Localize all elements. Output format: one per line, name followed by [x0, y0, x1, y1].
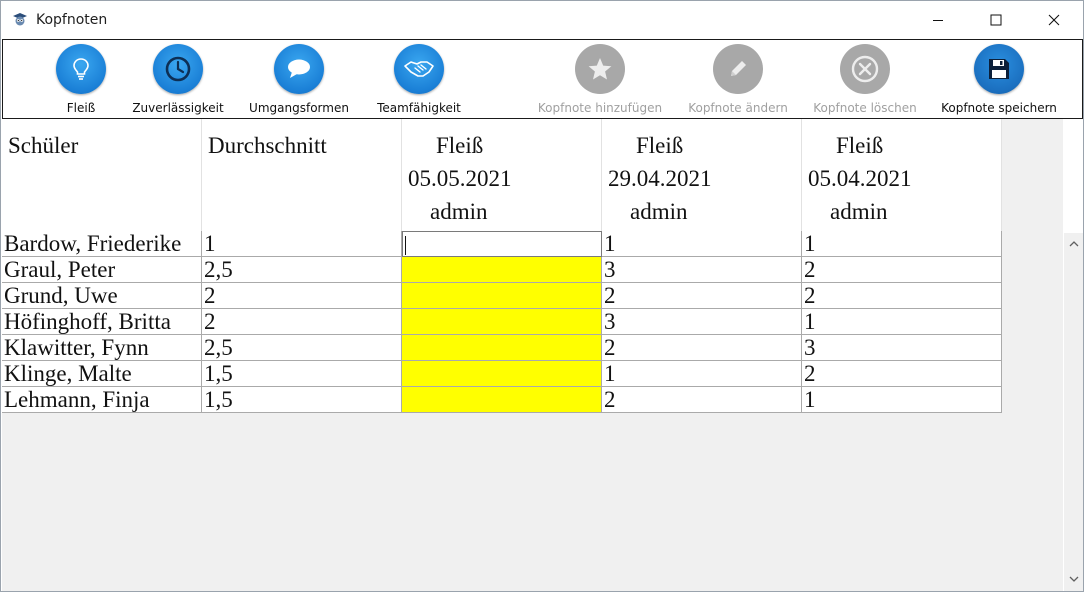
kopfnote-loeschen-label: Kopfnote löschen	[813, 101, 917, 115]
student-name-cell[interactable]: Klawitter, Fynn	[2, 335, 202, 361]
grade-cell[interactable]: 3	[602, 257, 802, 283]
kopfnote-aendern-button[interactable]: Kopfnote ändern	[687, 40, 789, 118]
grade-cell[interactable]: 2	[802, 257, 1002, 283]
average-cell[interactable]: 1,5	[202, 387, 402, 413]
header-author: admin	[630, 199, 688, 224]
header-date: 29.04.2021	[608, 166, 712, 191]
header-date: 05.04.2021	[808, 166, 912, 191]
kopfnote-hinzufuegen-button[interactable]: Kopfnote hinzufügen	[537, 40, 663, 118]
scroll-up-arrow-icon[interactable]	[1064, 235, 1083, 252]
maximize-button[interactable]	[967, 1, 1025, 39]
column-header-schueler[interactable]: Schüler	[2, 119, 202, 231]
student-name-cell[interactable]: Höfinghoff, Britta	[2, 309, 202, 335]
vertical-scrollbar[interactable]	[1064, 233, 1083, 591]
pencil-icon	[713, 44, 763, 94]
kopfnote-hinzufuegen-label: Kopfnote hinzufügen	[537, 101, 663, 115]
grade-input-cell[interactable]	[402, 231, 602, 257]
grade-cell[interactable]: 1	[602, 231, 802, 257]
grade-cell[interactable]	[402, 361, 602, 387]
teamfaehigkeit-label: Teamfähigkeit	[377, 101, 461, 115]
column-header-fleiss-3[interactable]: Fleiß 05.04.2021 admin	[802, 119, 1002, 231]
header-author: admin	[830, 199, 888, 224]
grade-cell[interactable]: 2	[602, 335, 802, 361]
close-button[interactable]	[1025, 1, 1083, 39]
teamfaehigkeit-button[interactable]: Teamfähigkeit	[374, 40, 464, 118]
floppy-disk-icon	[974, 44, 1024, 94]
grade-cell[interactable]	[402, 335, 602, 361]
grade-cell[interactable]: 1	[602, 361, 802, 387]
grades-grid: Schüler Durchschnitt Fleiß 05.05.2021 ad…	[2, 119, 1063, 591]
zuverlaessigkeit-label: Zuverlässigkeit	[132, 101, 224, 115]
handshake-icon	[394, 44, 444, 94]
header-category: Fleiß	[436, 133, 484, 158]
owl-app-icon	[12, 11, 28, 27]
grade-cell[interactable]	[402, 283, 602, 309]
umgangsformen-button[interactable]: Umgangsformen	[249, 40, 349, 118]
delete-circle-icon	[840, 44, 890, 94]
toolbar: Fleiß Zuverlässigkeit Umgangsformen Team…	[2, 39, 1083, 119]
header-date: 05.05.2021	[408, 166, 512, 191]
student-name-cell[interactable]: Graul, Peter	[2, 257, 202, 283]
column-header-durchschnitt[interactable]: Durchschnitt	[202, 119, 402, 231]
kopfnote-aendern-label: Kopfnote ändern	[688, 101, 788, 115]
average-cell[interactable]: 2,5	[202, 257, 402, 283]
text-caret	[405, 236, 406, 256]
average-cell[interactable]: 2	[202, 283, 402, 309]
header-category: Fleiß	[636, 133, 684, 158]
grade-cell[interactable]	[402, 309, 602, 335]
grade-cell[interactable]: 2	[602, 387, 802, 413]
grade-cell[interactable]: 2	[602, 283, 802, 309]
column-header-fleiss-2[interactable]: Fleiß 29.04.2021 admin	[602, 119, 802, 231]
speech-bubble-icon	[274, 44, 324, 94]
student-name-cell[interactable]: Grund, Uwe	[2, 283, 202, 309]
student-name-cell[interactable]: Bardow, Friederike	[2, 231, 202, 257]
kopfnote-loeschen-button[interactable]: Kopfnote löschen	[813, 40, 917, 118]
column-header-fleiss-1[interactable]: Fleiß 05.05.2021 admin	[402, 119, 602, 231]
scroll-down-arrow-icon[interactable]	[1064, 571, 1083, 588]
average-cell[interactable]: 1	[202, 231, 402, 257]
lightbulb-icon	[56, 44, 106, 94]
fleiss-label: Fleiß	[66, 101, 96, 115]
umgangsformen-label: Umgangsformen	[249, 101, 349, 115]
grade-cell[interactable]: 3	[802, 335, 1002, 361]
average-cell[interactable]: 2,5	[202, 335, 402, 361]
header-text: Schüler	[8, 133, 79, 158]
average-cell[interactable]: 1,5	[202, 361, 402, 387]
grade-cell[interactable]: 2	[802, 361, 1002, 387]
kopfnote-speichern-label: Kopfnote speichern	[941, 101, 1057, 115]
zuverlaessigkeit-button[interactable]: Zuverlässigkeit	[132, 40, 224, 118]
app-window: Kopfnoten Fleiß Zuverlässigkeit Umgangsf…	[0, 0, 1084, 592]
header-author: admin	[430, 199, 488, 224]
grade-cell[interactable]: 2	[802, 283, 1002, 309]
star-icon	[575, 44, 625, 94]
grade-cell[interactable]: 1	[802, 387, 1002, 413]
window-title: Kopfnoten	[36, 12, 108, 28]
header-text: Durchschnitt	[208, 133, 327, 158]
student-name-cell[interactable]: Lehmann, Finja	[2, 387, 202, 413]
grade-cell[interactable]: 3	[602, 309, 802, 335]
grade-cell[interactable]	[402, 257, 602, 283]
kopfnote-speichern-button[interactable]: Kopfnote speichern	[941, 40, 1057, 118]
average-cell[interactable]: 2	[202, 309, 402, 335]
fleiss-button[interactable]: Fleiß	[54, 40, 108, 118]
grade-cell[interactable]: 1	[802, 309, 1002, 335]
grade-cell[interactable]: 1	[802, 231, 1002, 257]
title-bar: Kopfnoten	[1, 1, 1083, 39]
minimize-button[interactable]	[909, 1, 967, 39]
grade-cell[interactable]	[402, 387, 602, 413]
student-name-cell[interactable]: Klinge, Malte	[2, 361, 202, 387]
clock-icon	[153, 44, 203, 94]
header-category: Fleiß	[836, 133, 884, 158]
